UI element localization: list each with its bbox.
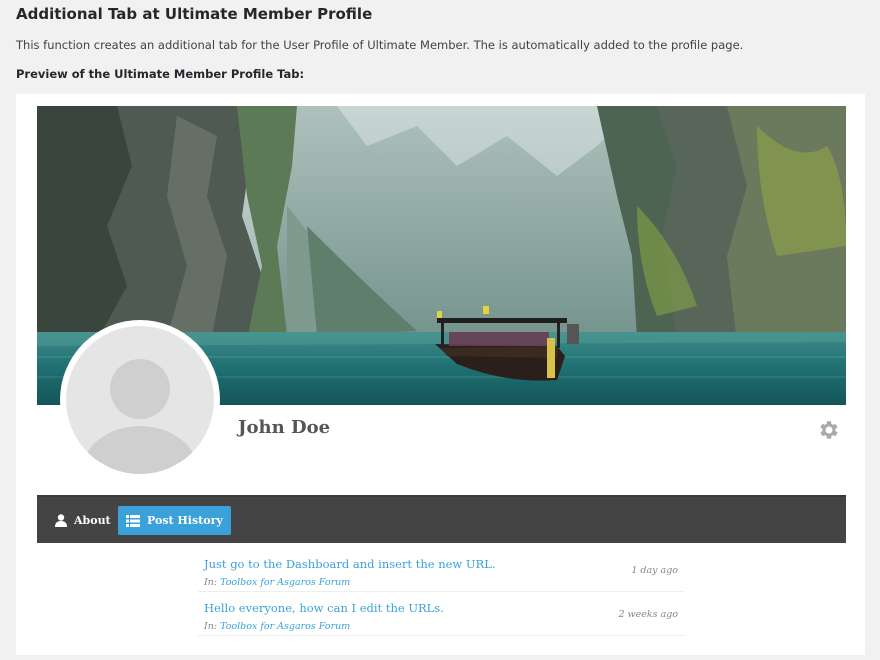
post-title-link[interactable]: Hello everyone, how can I edit the URLs. xyxy=(204,601,444,615)
profile-preview-card: John Doe About Post History Just go to t… xyxy=(16,94,865,655)
list-item: Just go to the Dashboard and insert the … xyxy=(198,549,684,592)
list-item: Hello everyone, how can I edit the URLs.… xyxy=(198,593,684,636)
tab-post-history-label: Post History xyxy=(147,514,223,527)
profile-nav: About Post History xyxy=(37,495,846,543)
gear-icon[interactable] xyxy=(816,418,840,442)
page-description: This function creates an additional tab … xyxy=(16,38,744,52)
profile-name[interactable]: John Doe xyxy=(238,417,330,438)
forum-link[interactable]: Toolbox for Asgaros Forum xyxy=(220,621,350,632)
tab-about-label: About xyxy=(74,514,111,527)
tab-about[interactable]: About xyxy=(49,506,117,535)
avatar[interactable] xyxy=(60,320,220,480)
default-user-avatar-icon xyxy=(66,326,214,474)
post-meta: In: Toolbox for Asgaros Forum xyxy=(204,577,350,588)
post-meta: In: Toolbox for Asgaros Forum xyxy=(204,621,350,632)
preview-label: Preview of the Ultimate Member Profile T… xyxy=(16,67,305,81)
post-history-list: Just go to the Dashboard and insert the … xyxy=(198,549,684,636)
list-icon xyxy=(126,514,140,527)
post-title-link[interactable]: Just go to the Dashboard and insert the … xyxy=(204,557,496,571)
forum-link[interactable]: Toolbox for Asgaros Forum xyxy=(220,577,350,588)
post-meta-prefix: In: xyxy=(204,621,218,632)
tab-post-history[interactable]: Post History xyxy=(118,506,231,535)
post-timestamp: 2 weeks ago xyxy=(618,609,678,620)
page-title: Additional Tab at Ultimate Member Profil… xyxy=(16,5,373,23)
user-icon xyxy=(55,514,67,527)
post-timestamp: 1 day ago xyxy=(631,565,678,576)
post-meta-prefix: In: xyxy=(204,577,218,588)
